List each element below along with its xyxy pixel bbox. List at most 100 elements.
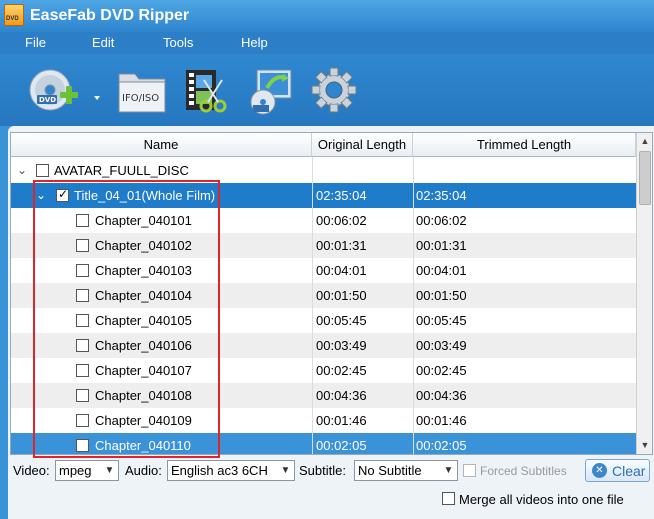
chapter-checkbox[interactable] xyxy=(76,439,89,452)
subtitle-value: No Subtitle xyxy=(358,463,422,478)
chapter-checkbox[interactable] xyxy=(76,214,89,227)
chapter-name: Chapter_040110 xyxy=(95,438,191,453)
chapter-original-length: 00:04:01 xyxy=(316,263,367,278)
chapter-name: Chapter_040108 xyxy=(95,388,192,403)
menu-edit[interactable]: Edit xyxy=(92,35,114,50)
chapter-name: Chapter_040107 xyxy=(95,363,192,378)
chapter-trimmed-length: 00:03:49 xyxy=(416,338,467,353)
chapter-name: Chapter_040101 xyxy=(95,213,192,228)
video-edit-icon xyxy=(186,70,227,113)
table-row[interactable]: Chapter_040105 00:05:45 00:05:45 xyxy=(11,308,636,333)
chapter-trimmed-length: 00:04:36 xyxy=(416,388,467,403)
subtitle-select[interactable]: No Subtitle ▼ xyxy=(354,460,458,481)
table-row[interactable]: Chapter_040103 00:04:01 00:04:01 xyxy=(11,258,636,283)
table-row[interactable]: Chapter_040109 00:01:46 00:01:46 xyxy=(11,408,636,433)
disc-name: AVATAR_FUULL_DISC xyxy=(54,163,189,178)
chapter-checkbox[interactable] xyxy=(76,314,89,327)
scrollbar-thumb[interactable] xyxy=(639,151,651,205)
table-row[interactable]: Chapter_040106 00:03:49 00:03:49 xyxy=(11,333,636,358)
chapter-original-length: 00:02:45 xyxy=(316,363,367,378)
chapter-name: Chapter_040109 xyxy=(95,413,192,428)
clear-icon: ✕ xyxy=(592,463,607,478)
dvd-copy-icon xyxy=(250,69,292,115)
chapter-trimmed-length: 00:02:05 xyxy=(416,438,467,453)
title-checkbox[interactable] xyxy=(56,187,69,202)
table-row[interactable]: Chapter_040107 00:02:45 00:02:45 xyxy=(11,358,636,383)
scroll-down-icon[interactable]: ▼ xyxy=(637,437,652,453)
menu-file[interactable]: File xyxy=(25,35,46,50)
audio-select[interactable]: English ac3 6CH ▼ xyxy=(167,460,295,481)
settings-button[interactable] xyxy=(310,66,366,116)
subtitle-label: Subtitle: xyxy=(299,463,346,478)
clear-button[interactable]: ✕ Clear xyxy=(585,459,650,482)
table-row[interactable]: Chapter_040101 00:06:02 00:06:02 xyxy=(11,208,636,233)
toolbar: DVD IFO/ISO xyxy=(0,54,654,126)
chapter-name: Chapter_040102 xyxy=(95,238,192,253)
svg-text:DVD: DVD xyxy=(39,96,56,104)
chapter-trimmed-length: 00:04:01 xyxy=(416,263,467,278)
merge-checkbox[interactable] xyxy=(442,492,455,505)
scroll-up-icon[interactable]: ▲ xyxy=(637,133,652,149)
video-label: Video: xyxy=(13,463,50,478)
clear-label: Clear xyxy=(612,463,646,479)
chapter-original-length: 00:02:05 xyxy=(316,438,367,453)
disc-checkbox[interactable] xyxy=(36,164,49,177)
chapter-checkbox[interactable] xyxy=(76,389,89,402)
chapter-original-length: 00:05:45 xyxy=(316,313,367,328)
chapter-trimmed-length: 00:06:02 xyxy=(416,213,467,228)
table-row[interactable]: Chapter_040104 00:01:50 00:01:50 xyxy=(11,283,636,308)
chapter-original-length: 00:01:50 xyxy=(316,288,367,303)
audio-value: English ac3 6CH xyxy=(171,463,268,478)
load-dvd-button[interactable]: DVD xyxy=(26,66,100,116)
edit-video-button[interactable] xyxy=(182,66,238,116)
chapter-original-length: 00:04:36 xyxy=(316,388,367,403)
chapter-checkbox[interactable] xyxy=(76,264,89,277)
app-logo-icon: DVD xyxy=(4,4,24,26)
forced-subtitles-label: Forced Subtitles xyxy=(480,464,567,478)
menu-help[interactable]: Help xyxy=(241,35,268,50)
title-original-length: 02:35:04 xyxy=(316,188,367,203)
app-logo-text: DVD xyxy=(6,16,19,22)
disc-row[interactable]: ⌄ AVATAR_FUULL_DISC xyxy=(11,158,636,183)
header-name[interactable]: Name xyxy=(11,133,312,157)
vertical-scrollbar[interactable]: ▲ ▼ xyxy=(636,133,652,454)
table-row[interactable]: Chapter_040108 00:04:36 00:04:36 xyxy=(11,383,636,408)
chapter-checkbox[interactable] xyxy=(76,364,89,377)
chapter-original-length: 00:01:31 xyxy=(316,238,367,253)
gear-icon xyxy=(311,67,357,113)
chapter-checkbox[interactable] xyxy=(76,414,89,427)
dvd-disc-add-icon: DVD xyxy=(29,69,100,111)
column-divider xyxy=(312,157,313,454)
load-ifo-iso-button[interactable]: IFO/ISO xyxy=(117,66,173,116)
header-trimmed-length[interactable]: Trimmed Length xyxy=(413,133,636,157)
chapter-name: Chapter_040103 xyxy=(95,263,192,278)
table-row[interactable]: Chapter_040102 00:01:31 00:01:31 xyxy=(11,233,636,258)
options-bar: Video: mpeg ▼ Audio: English ac3 6CH ▼ S… xyxy=(8,458,654,484)
expand-chevron-icon[interactable]: ⌄ xyxy=(36,183,46,208)
chapter-trimmed-length: 00:02:45 xyxy=(416,363,467,378)
title-chapter-grid: Name Original Length Trimmed Length ⌄ AV… xyxy=(10,132,653,455)
expand-chevron-icon[interactable]: ⌄ xyxy=(17,158,27,183)
video-value: mpeg xyxy=(59,463,92,478)
chevron-down-icon: ▼ xyxy=(101,461,118,480)
chapter-trimmed-length: 00:05:45 xyxy=(416,313,467,328)
chapter-checkbox[interactable] xyxy=(76,289,89,302)
title-trimmed-length: 02:35:04 xyxy=(416,188,467,203)
window-title: EaseFab DVD Ripper xyxy=(30,7,190,24)
forced-subtitles-checkbox[interactable] xyxy=(463,464,476,477)
copy-dvd-button[interactable] xyxy=(247,66,303,116)
chapter-name: Chapter_040104 xyxy=(95,288,192,303)
chevron-down-icon: ▼ xyxy=(440,461,457,480)
chapter-checkbox[interactable] xyxy=(76,239,89,252)
menu-tools[interactable]: Tools xyxy=(163,35,193,50)
title-row[interactable]: ⌄ Title_04_01(Whole Film) 02:35:04 02:35… xyxy=(11,183,636,208)
folder-icon: IFO/ISO xyxy=(118,73,166,113)
chapter-original-length: 00:06:02 xyxy=(316,213,367,228)
table-row[interactable]: Chapter_040110 00:02:05 00:02:05 xyxy=(11,433,636,454)
chapter-checkbox[interactable] xyxy=(76,339,89,352)
header-original-length[interactable]: Original Length xyxy=(312,133,413,157)
chapter-trimmed-length: 00:01:46 xyxy=(416,413,467,428)
title-name: Title_04_01(Whole Film) xyxy=(74,188,216,203)
video-select[interactable]: mpeg ▼ xyxy=(55,460,119,481)
chevron-down-icon: ▼ xyxy=(277,461,294,480)
